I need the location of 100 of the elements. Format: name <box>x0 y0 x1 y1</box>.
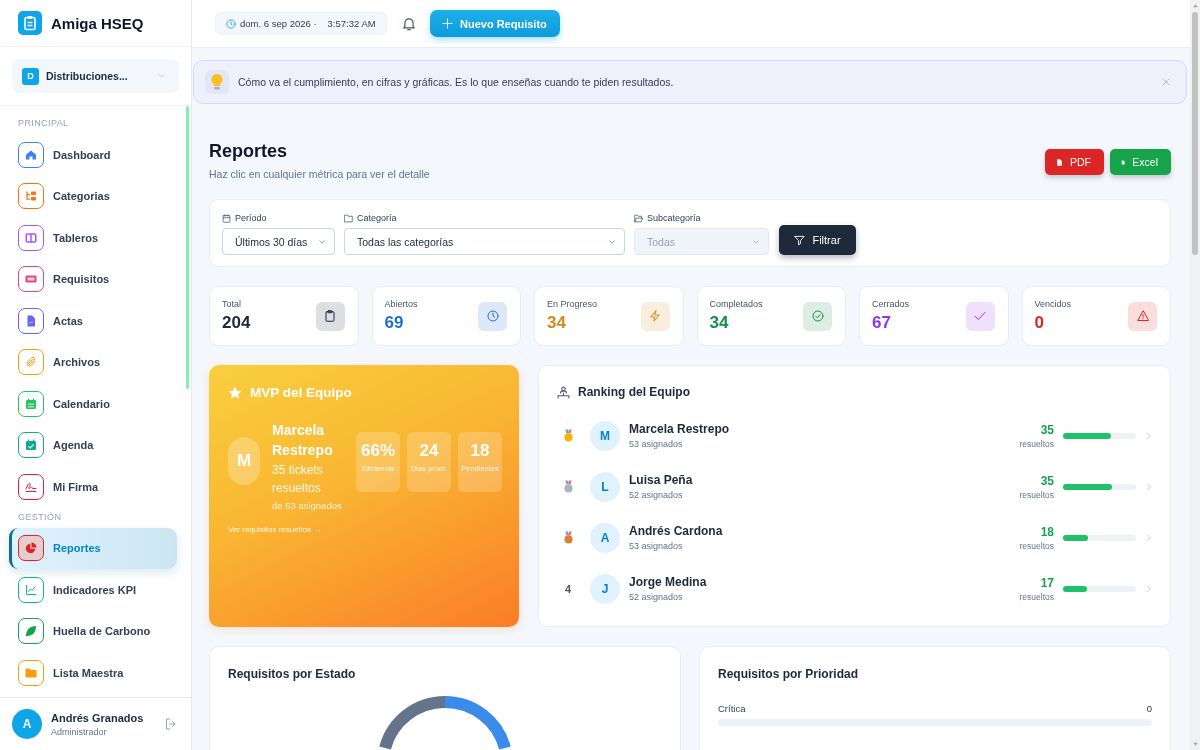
chevron-down-icon <box>318 238 326 245</box>
user-role: Administrador <box>51 726 108 737</box>
calendar-icon <box>222 213 231 223</box>
donut-slice <box>379 696 446 750</box>
chart-title: Requisitos por Prioridad <box>718 667 859 681</box>
user-avatar: A <box>12 709 42 739</box>
sidebar-item[interactable]: Actas <box>9 300 177 342</box>
metric-value: 18 <box>470 441 490 461</box>
donut-slice <box>444 696 511 750</box>
chevron-right-icon[interactable] <box>1146 481 1152 492</box>
resolved-label: resueltos <box>1019 489 1054 500</box>
sidebar-item[interactable]: Huella de Carbono <box>9 610 177 652</box>
resolved-count: 18 <box>1039 524 1054 539</box>
chevron-right-icon[interactable] <box>1146 430 1152 441</box>
star-icon <box>228 385 242 400</box>
stat-card[interactable]: Abiertos 69 <box>371 286 521 346</box>
assigned-text: 53 asignados <box>629 541 684 551</box>
stat-card[interactable]: Total 204 <box>209 286 359 346</box>
chevron-down-icon <box>157 73 166 79</box>
priority-label: Crítica <box>718 703 746 714</box>
check-icon <box>965 301 995 331</box>
chevron-down-icon <box>752 238 760 245</box>
sidebar-item[interactable]: Requisitos <box>9 258 177 300</box>
sidebar-scrollbar-thumb[interactable] <box>186 106 189 389</box>
chevron-right-icon[interactable] <box>1146 583 1152 594</box>
stat-label: En Progreso <box>547 299 598 309</box>
chevron-down-icon <box>608 238 616 245</box>
assigned-text: 53 asignados <box>629 439 684 449</box>
chart-title: Requisitos por Estado <box>228 667 357 681</box>
scroll-up-icon[interactable] <box>1191 3 1199 9</box>
bell-icon[interactable] <box>402 16 416 31</box>
avatar: M <box>590 420 620 451</box>
company-initial: D <box>22 67 39 85</box>
field-label: Subcategoría <box>647 213 701 223</box>
sidebar-item[interactable]: Mi Firma <box>9 466 177 508</box>
sidebar-item[interactable]: Tableros <box>9 217 177 259</box>
stat-value: 69 <box>384 313 405 333</box>
priority-count: 0 <box>1146 703 1152 714</box>
avatar: A <box>590 522 620 553</box>
stat-value: 204 <box>222 313 251 333</box>
page-title: Reportes <box>209 140 289 162</box>
section-heading: PRINCIPAL <box>17 117 70 129</box>
sidebar-item[interactable]: Archivos <box>9 341 177 383</box>
filter-icon <box>794 234 806 246</box>
mvp-name: Marcela Restrepo <box>272 421 334 460</box>
chevron-right-icon[interactable] <box>1146 532 1152 543</box>
stat-card[interactable]: Completados 34 <box>696 286 846 346</box>
close-icon[interactable] <box>1162 78 1170 86</box>
member-name: Luisa Peña <box>629 473 694 487</box>
avatar: L <box>590 471 620 502</box>
sidebar-item[interactable]: Indicadores KPI <box>9 569 177 611</box>
date-text: dom. 6 sep 2026 · <box>240 18 317 29</box>
logout-icon[interactable] <box>165 718 177 730</box>
pdf-export-button[interactable]: PDF <box>1045 149 1104 175</box>
folder-icon <box>344 213 353 223</box>
avatar: M <box>228 437 260 485</box>
dropdown-select[interactable]: Últimos 30 días <box>222 228 335 255</box>
rank-number: 4 <box>564 582 572 595</box>
resolved-count: 35 <box>1039 473 1054 488</box>
resolved-label: resueltos <box>1019 438 1054 449</box>
company-selector[interactable]: D Distribuciones... <box>12 59 179 93</box>
field-label: Categoría <box>357 213 397 223</box>
assigned-text: 52 asignados <box>629 490 684 500</box>
card-title: Ranking del Equipo <box>578 385 690 399</box>
resolved-count: 35 <box>1039 422 1054 437</box>
stat-value: 34 <box>709 313 730 333</box>
card-title: MVP del Equipo <box>250 385 352 400</box>
section-heading: GESTIÓN <box>17 510 63 523</box>
folder-open-icon <box>634 213 643 223</box>
stat-value: 34 <box>547 313 567 333</box>
warning-icon <box>1128 301 1157 331</box>
sidebar-item[interactable]: Agenda <box>9 424 177 466</box>
resolved-count: 17 <box>1039 575 1054 590</box>
stat-card[interactable]: Cerrados 67 <box>859 286 1009 346</box>
member-name: Andrés Cardona <box>629 524 724 538</box>
stat-card[interactable]: Vencidos 0 <box>1021 286 1171 346</box>
pdf-file-icon <box>1056 156 1063 168</box>
clipboard-icon <box>315 301 345 331</box>
filter-button[interactable]: Filtrar <box>779 225 856 255</box>
team-icon <box>557 385 570 399</box>
app-name: Amiga HSEQ <box>51 14 144 32</box>
member-name: Jorge Medina <box>629 575 708 589</box>
time-text: 3:57:32 AM <box>327 18 376 29</box>
member-name: Marcela Restrepo <box>629 422 731 436</box>
avatar: J <box>590 573 620 604</box>
metric-value: 66% <box>361 441 395 461</box>
sidebar-item[interactable]: Categorias <box>9 175 177 217</box>
sidebar-item[interactable]: Lista Maestra <box>9 652 177 694</box>
stat-label: Total <box>222 299 242 309</box>
stat-label: Cerrados <box>872 299 909 309</box>
scroll-down-icon[interactable] <box>1191 741 1199 747</box>
scrollbar-thumb[interactable] <box>1192 12 1198 255</box>
clipboard-logo-icon <box>18 11 42 35</box>
dropdown-select[interactable]: Todas las categorías <box>344 228 625 255</box>
clock-icon <box>478 301 507 331</box>
resolved-label: resueltos <box>1019 540 1054 551</box>
stat-card[interactable]: En Progreso 34 <box>534 286 684 346</box>
sidebar-item[interactable]: Calendario <box>9 383 177 425</box>
assigned-text: de 53 asignados <box>272 500 343 511</box>
sidebar-item[interactable]: Dashboard <box>9 134 177 176</box>
